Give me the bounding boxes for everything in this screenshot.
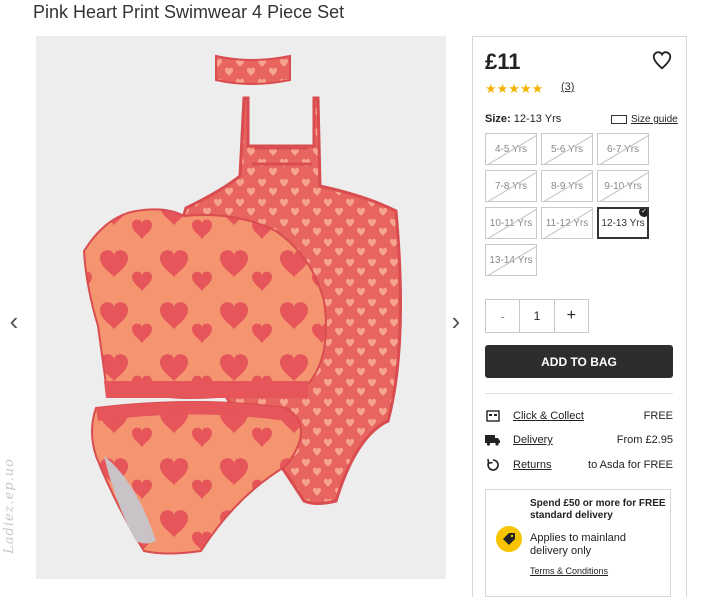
- returns-link[interactable]: Returns: [513, 459, 552, 471]
- returns-value: to Asda for FREE: [588, 459, 673, 471]
- product-title: Pink Heart Print Swimwear 4 Piece Set: [33, 2, 345, 22]
- size-selected-value: 12-13 Yrs: [513, 113, 562, 125]
- size-guide-link[interactable]: Size guide: [611, 114, 678, 125]
- click-collect-value: FREE: [643, 410, 673, 422]
- service-row-returns: Returns to Asda for FREE: [485, 456, 673, 474]
- click-collect-link[interactable]: Click & Collect: [513, 410, 584, 422]
- tag-icon: [496, 526, 522, 552]
- return-icon: [485, 458, 501, 472]
- next-image-arrow-icon[interactable]: ›: [446, 306, 466, 336]
- selected-check-icon: ✓: [639, 209, 647, 217]
- prev-image-arrow-icon[interactable]: ‹: [4, 306, 24, 336]
- size-option-label: 6-7 Yrs: [606, 143, 640, 155]
- size-label: Size: 12-13 Yrs: [485, 113, 561, 125]
- size-option[interactable]: 9-10 Yrs: [597, 170, 649, 202]
- size-option[interactable]: 13-14 Yrs: [485, 244, 537, 276]
- quantity-stepper: - 1 +: [485, 299, 589, 333]
- size-option[interactable]: 11-12 Yrs: [541, 207, 593, 239]
- ruler-icon: [611, 115, 627, 124]
- size-option[interactable]: 4-5 Yrs: [485, 133, 537, 165]
- service-row-delivery: Delivery From £2.95: [485, 431, 673, 449]
- delivery-promo-box: Spend £50 or more for FREE standard deli…: [485, 489, 671, 597]
- size-guide-label: Size guide: [631, 114, 678, 125]
- wishlist-heart-icon[interactable]: [651, 49, 675, 73]
- size-option[interactable]: 8-9 Yrs: [541, 170, 593, 202]
- size-option-label: 7-8 Yrs: [494, 180, 528, 192]
- add-to-bag-button[interactable]: ADD TO BAG: [485, 345, 673, 378]
- store-icon: [485, 409, 501, 423]
- size-option[interactable]: 12-13 Yrs ✓: [597, 207, 649, 239]
- service-row-click-collect: Click & Collect FREE: [485, 407, 673, 425]
- size-option[interactable]: 6-7 Yrs: [597, 133, 649, 165]
- delivery-value: From £2.95: [616, 434, 673, 446]
- size-option-label: 5-6 Yrs: [550, 143, 584, 155]
- size-option-label: 12-13 Yrs: [601, 217, 645, 229]
- size-option[interactable]: 7-8 Yrs: [485, 170, 537, 202]
- size-option-label: 9-10 Yrs: [604, 180, 642, 192]
- promo-headline: Spend £50 or more for FREE standard deli…: [530, 498, 666, 521]
- size-option[interactable]: 5-6 Yrs: [541, 133, 593, 165]
- truck-icon: [485, 433, 501, 447]
- size-option[interactable]: 10-11 Yrs: [485, 207, 537, 239]
- quantity-decrease-button[interactable]: -: [486, 300, 519, 332]
- promo-terms-link[interactable]: Terms & Conditions: [530, 566, 608, 576]
- quantity-increase-button[interactable]: +: [555, 300, 588, 332]
- watermark-text: Ladiez.ep.uo: [2, 458, 17, 554]
- quantity-value[interactable]: 1: [519, 300, 555, 332]
- delivery-link[interactable]: Delivery: [513, 434, 553, 446]
- divider: [485, 393, 673, 394]
- size-label-prefix: Size:: [485, 113, 511, 125]
- swimwear-illustration: [82, 54, 402, 555]
- review-count-link[interactable]: (3): [561, 81, 574, 93]
- size-option-label: 13-14 Yrs: [489, 254, 533, 266]
- size-option-label: 10-11 Yrs: [489, 217, 533, 229]
- product-price: £11: [485, 49, 521, 74]
- size-option-label: 11-12 Yrs: [545, 217, 589, 229]
- size-option-label: 4-5 Yrs: [494, 143, 528, 155]
- product-image[interactable]: [36, 36, 446, 579]
- rating-stars: ★★★★★: [485, 81, 544, 96]
- promo-text: Applies to mainland delivery only: [530, 532, 627, 557]
- size-option-label: 8-9 Yrs: [550, 180, 584, 192]
- product-purchase-panel: £11 ★★★★★ (3) Size: 12-13 Yrs Size guide…: [472, 36, 687, 597]
